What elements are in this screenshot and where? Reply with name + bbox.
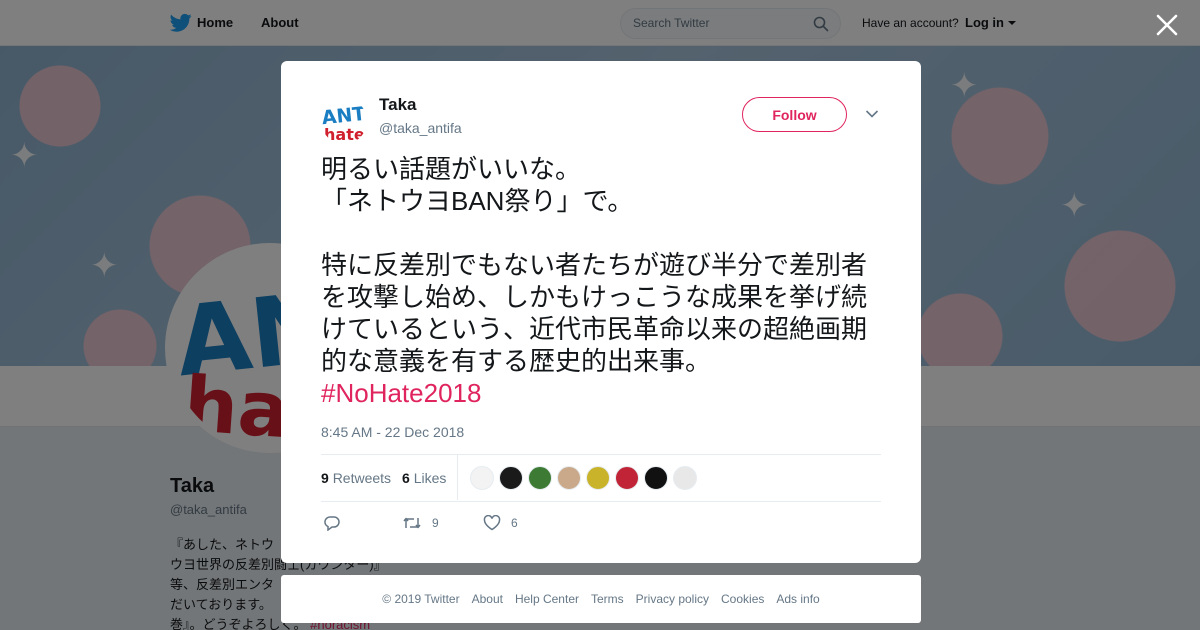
footer-link-help-center[interactable]: Help Center — [515, 592, 579, 606]
tweet-hashtag[interactable]: #NoHate2018 — [321, 378, 481, 408]
tweet-text: 明るい話題がいいな。 「ネトウヨBAN祭り」で。 特に反差別でもない者たちが遊び… — [321, 153, 881, 409]
tweet-timestamp[interactable]: 8:45 AM - 22 Dec 2018 — [321, 424, 464, 440]
footer-link-about[interactable]: About — [472, 592, 503, 606]
likes-count: 6 — [402, 470, 410, 486]
svg-text:hate: hate — [324, 125, 365, 144]
retweets-count: 9 — [321, 470, 329, 486]
tweet-modal: ANTI hate Taka @taka_antifa Follow 明るい話題… — [281, 61, 921, 563]
footer-link-ads-info[interactable]: Ads info — [776, 592, 819, 606]
retweet-button[interactable]: 9 — [402, 514, 439, 532]
divider — [457, 455, 458, 500]
tweet-author-avatar[interactable]: ANTI hate — [321, 98, 367, 144]
retweet-count: 9 — [432, 516, 439, 530]
retweet-icon — [403, 517, 421, 529]
follow-button[interactable]: Follow — [742, 97, 847, 132]
close-icon[interactable] — [1154, 12, 1180, 38]
footer-link-terms[interactable]: Terms — [591, 592, 624, 606]
footer-copyright: © 2019 Twitter — [382, 592, 460, 606]
heart-icon — [483, 515, 501, 531]
footer-link-privacy[interactable]: Privacy policy — [636, 592, 709, 606]
retweets-label: Retweets — [332, 470, 392, 486]
like-count: 6 — [511, 516, 518, 530]
liker-avatar[interactable] — [586, 466, 610, 490]
reply-button[interactable] — [323, 514, 341, 532]
tweet-body: 明るい話題がいいな。 「ネトウヨBAN祭り」で。 特に反差別でもない者たちが遊び… — [321, 154, 868, 376]
liker-avatar[interactable] — [615, 466, 639, 490]
divider — [321, 501, 881, 502]
liker-avatar[interactable] — [499, 466, 523, 490]
liker-avatar[interactable] — [557, 466, 581, 490]
modal-footer: © 2019 Twitter About Help Center Terms P… — [281, 575, 921, 623]
likes-label: Likes — [413, 470, 447, 486]
reply-icon — [324, 516, 340, 531]
liker-avatar[interactable] — [673, 466, 697, 490]
liker-avatar[interactable] — [470, 466, 494, 490]
retweets-stat[interactable]: 9 Retweets — [321, 470, 391, 486]
chevron-down-icon[interactable] — [865, 109, 879, 119]
antihate-logo-icon: ANTI hate — [321, 98, 367, 144]
footer-link-cookies[interactable]: Cookies — [721, 592, 764, 606]
divider — [321, 454, 881, 455]
likes-stat[interactable]: 6 Likes — [402, 470, 446, 486]
tweet-author-handle[interactable]: @taka_antifa — [379, 120, 462, 136]
liker-avatar[interactable] — [644, 466, 668, 490]
tweet-author-name[interactable]: Taka — [379, 95, 417, 115]
like-button[interactable]: 6 — [483, 514, 518, 532]
liker-avatar[interactable] — [528, 466, 552, 490]
